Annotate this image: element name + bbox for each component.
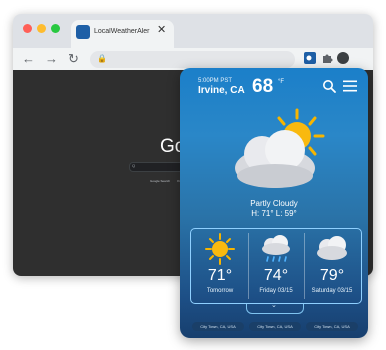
forecast-panel: 71° Tomorrow 74° Friday 03/15 79° Saturd…: [190, 228, 362, 304]
tab-title: LocalWeatherAler: [94, 28, 150, 35]
forecast-day[interactable]: 71° Tomorrow: [192, 229, 248, 303]
forecast-day[interactable]: 79° Saturday 03/15: [304, 229, 360, 303]
forward-button[interactable]: →: [45, 50, 58, 68]
forecast-day[interactable]: 74° Friday 03/15: [248, 229, 304, 303]
lock-icon: 🔒: [97, 54, 107, 63]
weather-widget: 5:00PM PST Irvine, CA 68 °F Partly Cloud…: [180, 68, 368, 338]
chevron-down-icon: ⌄: [271, 302, 277, 309]
forecast-temp: 79°: [319, 267, 345, 284]
puzzle-icon[interactable]: [321, 52, 333, 64]
location-chip[interactable]: City Town, CA, USA: [249, 322, 301, 331]
partly-cloudy-icon: [235, 108, 325, 188]
maximize-window-button[interactable]: [51, 24, 60, 33]
temperature-unit: °F: [278, 79, 285, 85]
weather-extension-icon[interactable]: [304, 52, 316, 64]
menu-icon[interactable]: [343, 80, 357, 92]
location-chip[interactable]: City Town, CA, USA: [306, 322, 358, 331]
forecast-label: Tomorrow: [206, 288, 234, 294]
address-bar[interactable]: 🔒: [90, 51, 295, 68]
forecast-label: Saturday 03/15: [311, 288, 353, 294]
close-tab-icon[interactable]: ✕: [157, 23, 166, 36]
tab-bar: LocalWeatherAler ✕: [13, 14, 373, 48]
navigation-bar: ← → ↻ 🔒: [13, 48, 373, 70]
rain-cloud-icon: [262, 235, 290, 262]
minimize-window-button[interactable]: [37, 24, 46, 33]
cloudy-icon: [317, 236, 347, 260]
forecast-temp: 71°: [207, 267, 233, 284]
back-button[interactable]: ←: [22, 50, 35, 68]
current-temperature: 68: [252, 76, 274, 97]
sunny-icon: [205, 233, 235, 265]
forecast-label: Friday 03/15: [259, 288, 293, 294]
search-icon[interactable]: [322, 79, 336, 93]
high-low-text: H: 71° L: 59°: [251, 209, 297, 218]
weather-favicon-icon: [76, 25, 90, 39]
close-window-button[interactable]: [23, 24, 32, 33]
reload-button[interactable]: ↻: [68, 50, 79, 68]
forecast-temp: 74°: [263, 267, 289, 284]
condition-text: Partly Cloudy: [250, 199, 298, 208]
search-icon: Q: [132, 163, 136, 168]
location-chip[interactable]: City Town, CA, USA: [192, 322, 244, 331]
current-city: Irvine, CA: [198, 85, 245, 96]
browser-tab[interactable]: LocalWeatherAler ✕: [71, 20, 174, 48]
expand-button[interactable]: ⌄: [246, 302, 304, 314]
profile-icon[interactable]: [337, 52, 349, 64]
current-time: 5:00PM PST: [198, 78, 233, 84]
google-search-button[interactable]: Google Search: [150, 179, 170, 183]
